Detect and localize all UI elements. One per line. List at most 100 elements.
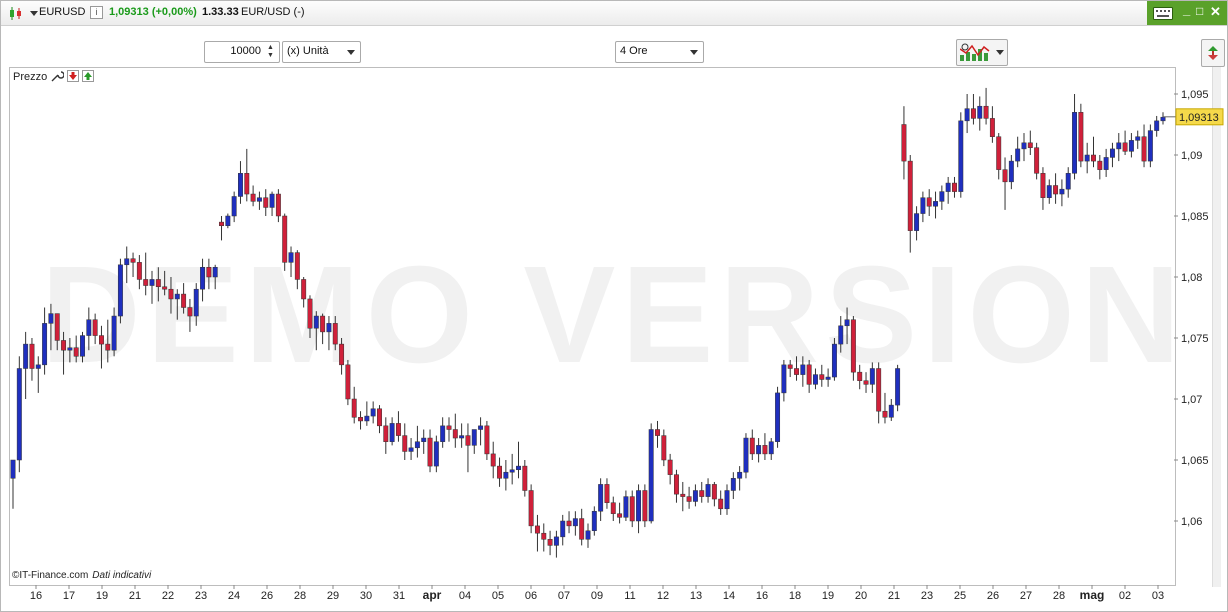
candle-body [692,490,698,502]
candle-body [238,173,243,197]
x-axis-tick-label: 30 [360,590,372,602]
candle-body [117,264,123,317]
candle-body [787,364,793,369]
candle-body [503,471,509,479]
candle-body [825,376,831,380]
candle-body [610,502,616,514]
x-axis-tick-label: 21 [888,590,900,602]
candle-body [168,288,174,300]
candle-body [174,293,180,300]
candle-body [768,441,774,455]
candle-body [313,315,319,329]
candle-body [857,371,863,381]
x-axis-tick-label: 06 [525,590,537,602]
candle-body [642,490,648,522]
candle-body [1160,116,1166,122]
x-axis-tick-label: 24 [228,590,240,602]
candle-body [73,347,79,357]
x-axis-tick-label: 12 [657,590,669,602]
candle-body [193,288,199,317]
candle-body [1084,154,1090,162]
x-axis-tick-label: 03 [1152,590,1164,602]
candle-body [478,425,484,430]
candle-body [1116,142,1122,150]
candle-body [699,490,705,497]
candle-body [566,520,572,527]
candle-body [674,474,679,495]
y-axis-tick-label: 1,095 [1181,89,1209,101]
candle-body [522,465,528,491]
candle-body [1040,173,1046,198]
candle-body [1034,147,1040,174]
y-axis-tick-label: 1,07 [1181,394,1202,406]
candle-body [408,447,414,452]
candle-body [1103,157,1109,170]
candle-body [952,182,957,192]
candle-body [901,124,907,162]
candle-body [250,193,256,202]
candle-body [869,368,875,385]
candle-body [964,108,970,122]
candle-body [907,160,913,231]
candle-body [617,513,623,518]
candle-body [200,266,206,290]
x-axis-tick-label: 04 [459,590,471,602]
x-axis-tick-label: 31 [393,590,405,602]
candle-body [124,258,130,266]
candle-body [452,429,458,439]
x-axis-tick-label: 28 [1053,590,1065,602]
candle-body [48,313,54,324]
candle-body [598,484,604,512]
candle-body [743,437,749,473]
candle-body [572,518,578,527]
candle-body [730,478,736,491]
candle-body [92,319,98,336]
candle-body [1147,130,1153,162]
candle-body [516,465,521,471]
candle-body [1122,142,1128,152]
x-axis-tick-label: 21 [129,590,141,602]
candle-body [23,343,29,369]
candle-body [1109,148,1115,158]
candle-body [933,201,938,207]
candle-body [1008,160,1014,183]
candle-body [1154,120,1160,131]
candle-body [680,493,686,497]
candle-body [970,108,976,119]
candle-body [16,368,22,461]
candle-body [446,425,452,430]
candlestick-chart: 1,095 1,09 1,085 1,08 1,075 1,07 1,065 1,06 1,09… [10,87,1224,602]
candle-body [294,252,300,280]
x-axis-tick-label: 23 [195,590,207,602]
candle-body [1091,154,1096,162]
candle-body [756,445,762,455]
candle-body [244,173,250,195]
x-axis-tick-label: 19 [822,590,834,602]
candle-body [541,532,547,540]
candle-body [895,368,901,406]
candle-body [497,465,503,479]
x-axis-tick-label: 11 [624,590,635,602]
candle-body [136,262,142,280]
candle-body [67,347,73,351]
candle-body [99,335,104,345]
x-axis-tick-label: 07 [558,590,570,602]
y-axis-tick-label: 1,08 [1181,272,1202,284]
x-axis-tick-label: 26 [987,590,999,602]
candle-body [402,435,408,452]
candle-body [989,118,995,137]
chart-window: EURUSD i 1,09313 (+0,00%) 1.33.33 EUR/US… [0,0,1228,612]
candle-body [111,315,117,351]
x-axis-tick-label: 23 [921,590,933,602]
candle-body [105,343,111,351]
candle-body [762,445,768,455]
candle-body [775,392,781,442]
candle-body [939,191,945,202]
candle-body [509,469,515,473]
candle-body [1078,112,1084,162]
candle-body [219,221,224,227]
x-axis-tick-label: 25 [954,590,966,602]
candle-body [421,437,427,442]
candle-body [977,105,983,119]
candle-body [1097,160,1103,170]
